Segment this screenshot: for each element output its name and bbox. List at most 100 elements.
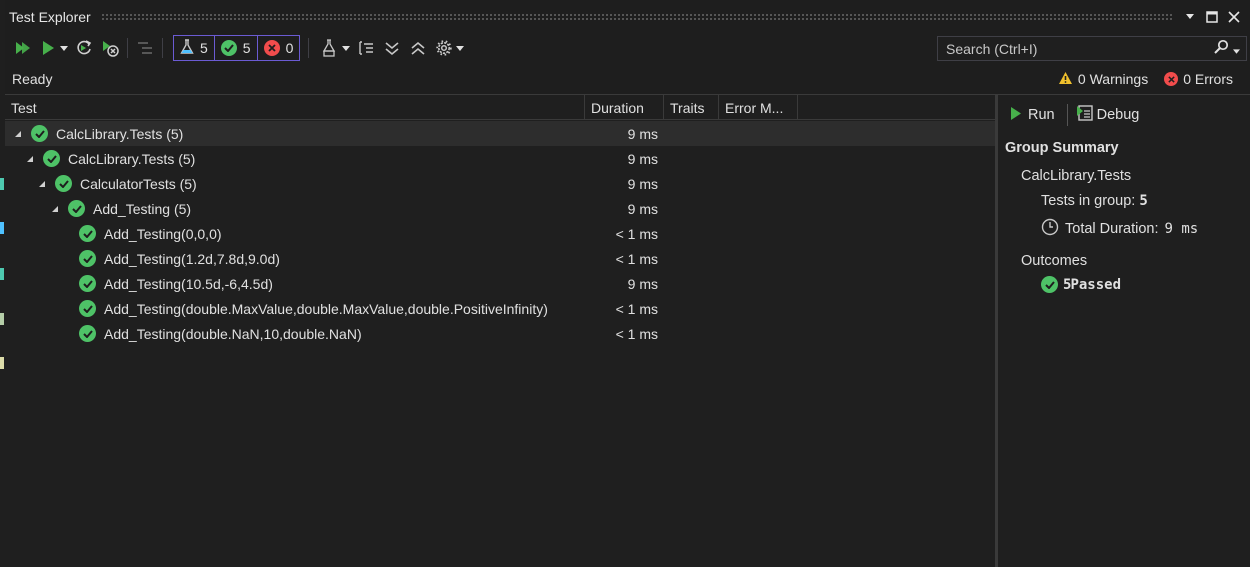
tree-row[interactable]: Add_Testing(10.5d,-6,4.5d) 9 ms — [5, 271, 995, 296]
tree-row[interactable]: Add_Testing(1.2d,7.8d,9.0d) < 1 ms — [5, 246, 995, 271]
search-input[interactable] — [946, 40, 1196, 57]
rerun-failed-icon[interactable] — [73, 36, 95, 60]
passed-icon — [1041, 276, 1058, 293]
settings-gear-icon[interactable] — [433, 36, 455, 60]
status-text: Ready — [12, 71, 53, 87]
expanded-chevron-icon[interactable] — [13, 129, 23, 139]
passed-tests-filter[interactable]: 5 — [215, 36, 258, 60]
title-grip[interactable] — [100, 13, 1172, 21]
run-all-icon[interactable] — [13, 36, 33, 60]
tree-row[interactable]: CalcLibrary.Tests (5) 9 ms — [5, 121, 995, 146]
passed-icon — [79, 250, 96, 267]
passed-icon — [31, 125, 48, 142]
settings-dropdown-chevron-icon[interactable] — [455, 36, 465, 60]
outcomes-label: Outcomes — [1021, 253, 1088, 269]
failed-tests-filter[interactable]: 0 — [258, 36, 300, 60]
column-headers: Test Duration Traits Error M... — [5, 95, 995, 120]
test-duration: 9 ms — [627, 275, 658, 292]
expanded-chevron-icon[interactable] — [50, 204, 60, 214]
status-bar: Ready 0 Warnings 0 Errors — [5, 66, 1250, 92]
warning-icon — [1058, 71, 1073, 88]
details-panel: Run Debug Group Summary CalcLibrary.Test… — [998, 94, 1250, 567]
test-tree: CalcLibrary.Tests (5) 9 ms CalcLibrary.T… — [5, 121, 995, 346]
toolbar: 5 5 0 — [5, 32, 1250, 64]
editor-mark — [0, 222, 4, 234]
editor-mark — [0, 313, 4, 325]
window-menu-icon[interactable] — [1182, 9, 1198, 25]
test-name: Add_Testing(10.5d,-6,4.5d) — [104, 275, 273, 292]
playlist-dropdown-chevron-icon[interactable] — [341, 36, 351, 60]
hierarchy-view-icon[interactable] — [355, 36, 377, 60]
run-label: Run — [1028, 107, 1055, 123]
tree-row[interactable]: CalculatorTests (5) 9 ms — [5, 171, 995, 196]
debug-label: Debug — [1096, 107, 1140, 123]
debug-icon — [1076, 104, 1094, 126]
tree-row[interactable]: CalcLibrary.Tests (5) 9 ms — [5, 146, 995, 171]
total-duration-label: Total Duration: — [1065, 221, 1159, 237]
close-icon[interactable] — [1226, 9, 1242, 25]
passed-icon — [55, 175, 72, 192]
run-dropdown-chevron-icon[interactable] — [59, 36, 69, 60]
column-header-test[interactable]: Test — [5, 95, 585, 120]
cancel-run-icon[interactable] — [99, 36, 121, 60]
search-icon[interactable] — [1213, 39, 1229, 58]
details-heading: Group Summary — [1005, 140, 1119, 156]
test-name: CalcLibrary.Tests (5) — [68, 150, 196, 167]
tests-in-group-value: 5 — [1139, 193, 1148, 209]
total-count: 5 — [200, 40, 208, 56]
toolbar-separator — [308, 38, 310, 58]
test-duration: 9 ms — [627, 200, 658, 217]
test-count-filters: 5 5 0 — [173, 35, 301, 61]
error-icon — [1164, 72, 1179, 86]
passed-count: 5 — [242, 40, 251, 56]
playlist-icon[interactable] — [319, 36, 341, 60]
test-duration: < 1 ms — [615, 250, 658, 267]
passed-icon — [79, 225, 96, 242]
search-box — [937, 36, 1247, 61]
test-list-panel: Test Duration Traits Error M... CalcLibr… — [5, 94, 995, 567]
test-duration: 9 ms — [627, 125, 658, 142]
test-name: CalcLibrary.Tests (5) — [56, 125, 184, 142]
warnings-indicator[interactable]: 0 Warnings — [1058, 71, 1148, 88]
outcome-passed[interactable]: 5 Passed — [1041, 276, 1121, 293]
test-name: Add_Testing(double.NaN,10,double.NaN) — [104, 325, 362, 342]
total-tests-filter[interactable]: 5 — [174, 36, 215, 60]
test-duration: < 1 ms — [615, 325, 658, 342]
search-options[interactable] — [1213, 39, 1246, 58]
debug-button[interactable]: Debug — [1076, 104, 1140, 126]
search-dropdown-chevron-icon[interactable] — [1233, 41, 1240, 57]
column-header-duration[interactable]: Duration — [585, 95, 664, 120]
editor-mark — [0, 178, 4, 190]
expand-all-icon[interactable] — [381, 36, 403, 60]
group-by-icon[interactable] — [134, 36, 156, 60]
passed-icon — [220, 40, 237, 56]
collapse-all-icon[interactable] — [407, 36, 429, 60]
column-header-error-message[interactable]: Error M... — [719, 95, 798, 120]
failed-count: 0 — [285, 40, 294, 56]
test-name: CalculatorTests (5) — [80, 175, 197, 192]
column-header-traits[interactable]: Traits — [664, 95, 719, 120]
editor-mark — [0, 268, 4, 280]
expanded-chevron-icon[interactable] — [37, 179, 47, 189]
errors-count: 0 Errors — [1183, 71, 1233, 87]
passed-icon — [79, 275, 96, 292]
run-icon[interactable] — [37, 36, 59, 60]
tree-row[interactable]: Add_Testing(double.MaxValue,double.MaxVa… — [5, 296, 995, 321]
tree-row[interactable]: Add_Testing (5) 9 ms — [5, 196, 995, 221]
toolbar-separator — [127, 38, 128, 58]
test-name: Add_Testing (5) — [93, 200, 192, 217]
run-button[interactable]: Run — [1010, 106, 1055, 125]
maximize-icon[interactable] — [1204, 9, 1220, 25]
passed-icon — [43, 150, 60, 167]
window-title: Test Explorer — [9, 9, 91, 25]
expanded-chevron-icon[interactable] — [25, 154, 35, 164]
errors-indicator[interactable]: 0 Errors — [1164, 71, 1233, 87]
failed-icon — [263, 40, 280, 56]
test-duration: 9 ms — [627, 150, 658, 167]
title-bar: Test Explorer — [5, 4, 1250, 30]
flask-icon — [180, 38, 194, 58]
tree-row[interactable]: Add_Testing(double.NaN,10,double.NaN) < … — [5, 321, 995, 346]
details-separator — [1066, 104, 1068, 126]
clock-icon — [1041, 218, 1059, 240]
tree-row[interactable]: Add_Testing(0,0,0) < 1 ms — [5, 221, 995, 246]
